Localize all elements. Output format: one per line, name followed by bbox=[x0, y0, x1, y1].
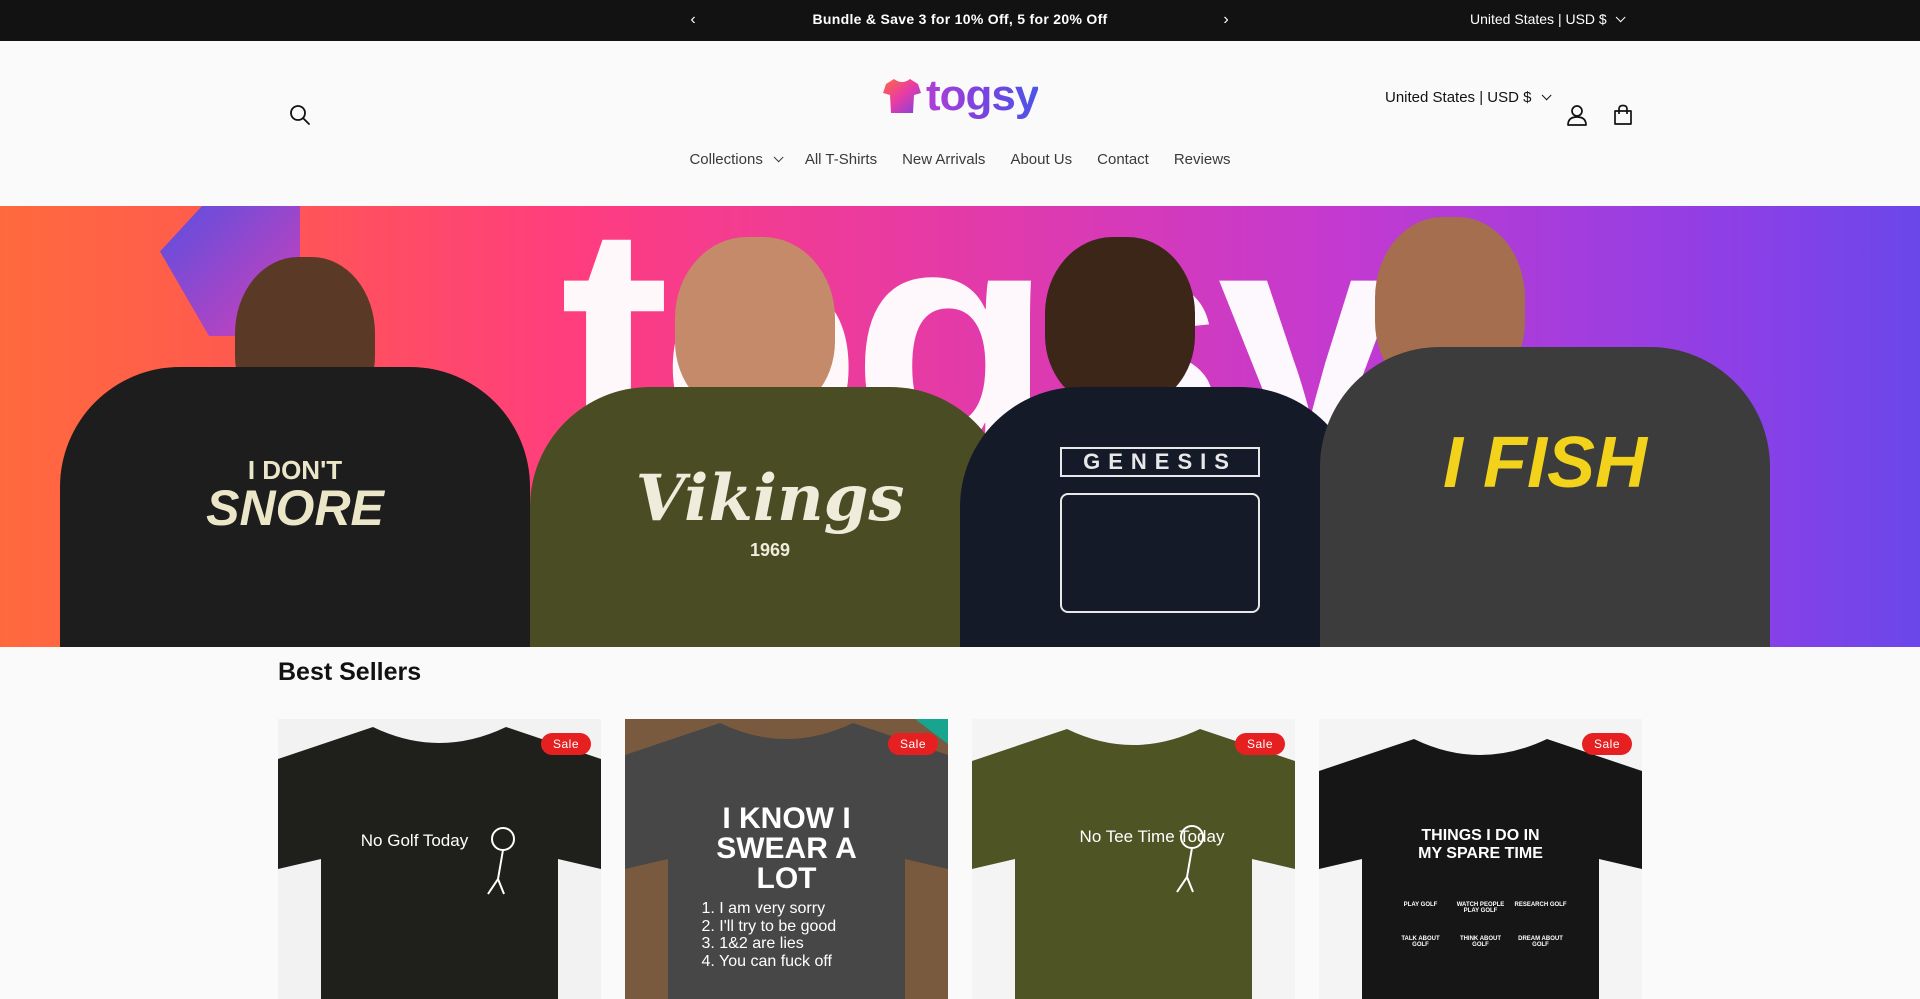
nav-item-label: Collections bbox=[689, 151, 763, 168]
site-header: togsy United States | USD $ Collections … bbox=[0, 41, 1920, 206]
shirt-print: No Tee Time Today bbox=[1079, 827, 1225, 846]
nav-item-all-t-shirts[interactable]: All T-Shirts bbox=[792, 151, 889, 168]
search-button[interactable] bbox=[280, 95, 320, 135]
model-shirt: I FISH bbox=[1320, 347, 1770, 647]
model-shirt: I DON'T SNORE bbox=[60, 367, 530, 647]
nav-item-label: About Us bbox=[1010, 151, 1073, 168]
shirt-print: I KNOW I SWEAR A LOT 1. I am very sorry … bbox=[701, 802, 857, 970]
nav-item-new-arrivals[interactable]: New Arrivals bbox=[890, 151, 998, 168]
chevron-down-icon bbox=[1542, 89, 1553, 100]
product-card[interactable]: Sale No Tee Time Today bbox=[972, 719, 1295, 999]
product-card[interactable]: Sale No Golf Today bbox=[278, 719, 601, 999]
header-locale-selector[interactable]: United States | USD $ bbox=[1385, 86, 1553, 108]
nav-item-collections[interactable]: Collections bbox=[677, 151, 792, 168]
shirt-print: I DON'T SNORE bbox=[206, 455, 384, 536]
model-shirt: Vikings 1969 bbox=[530, 387, 1010, 647]
tshirt-logo-icon bbox=[883, 79, 921, 113]
product-image bbox=[278, 719, 601, 999]
product-image bbox=[972, 719, 1295, 999]
product-card[interactable]: Sale THINGS I DO IN MY SPARE TIME PLAY G… bbox=[1319, 719, 1642, 999]
nav-item-reviews[interactable]: Reviews bbox=[1161, 151, 1243, 168]
nav-item-label: All T-Shirts bbox=[804, 151, 878, 168]
main-navigation: Collections All T-Shirts New Arrivals Ab… bbox=[0, 151, 1920, 168]
best-sellers-title: Best Sellers bbox=[278, 658, 422, 686]
account-button[interactable] bbox=[1557, 95, 1597, 135]
nav-item-about-us[interactable]: About Us bbox=[998, 151, 1085, 168]
announcement-locale-label: United States | USD $ bbox=[1470, 11, 1607, 27]
announcement-locale-selector[interactable]: United States | USD $ bbox=[1470, 11, 1626, 27]
chevron-left-icon: ‹ bbox=[690, 11, 696, 28]
announcement-next-button[interactable]: › bbox=[1214, 8, 1238, 32]
model-head bbox=[1045, 237, 1195, 407]
chevron-right-icon: › bbox=[1223, 11, 1229, 28]
chevron-down-icon bbox=[773, 152, 784, 163]
nav-item-contact[interactable]: Contact bbox=[1085, 151, 1162, 168]
announcement-bar: ‹ Bundle & Save 3 for 10% Off, 5 for 20%… bbox=[0, 0, 1920, 41]
brand-name: togsy bbox=[926, 71, 1039, 120]
hero-model-3: GENESIS bbox=[960, 237, 1360, 647]
announcement-message: Bundle & Save 3 for 10% Off, 5 for 20% O… bbox=[812, 11, 1108, 27]
sale-badge: Sale bbox=[1234, 733, 1285, 755]
announcement-prev-button[interactable]: ‹ bbox=[681, 8, 705, 32]
brand-logo[interactable]: togsy bbox=[882, 71, 1039, 121]
sale-badge: Sale bbox=[887, 733, 938, 755]
product-grid: Sale No Golf Today Sale I KNOW I SWEAR A… bbox=[278, 719, 1642, 999]
chevron-down-icon bbox=[1615, 11, 1626, 22]
hero-banner[interactable]: togsy I DON'T SNORE Vikings 1969 GENESIS bbox=[0, 206, 1920, 647]
sale-badge: Sale bbox=[1581, 733, 1632, 755]
model-shirt: GENESIS bbox=[960, 387, 1360, 647]
nav-item-label: Reviews bbox=[1173, 151, 1231, 168]
shirt-print: GENESIS bbox=[1060, 447, 1260, 613]
nav-item-label: New Arrivals bbox=[902, 151, 986, 168]
shirt-print: Vikings 1969 bbox=[635, 461, 905, 560]
user-icon bbox=[1567, 105, 1587, 126]
cart-icon bbox=[1614, 104, 1632, 125]
hero-model-4: I FISH bbox=[1320, 217, 1770, 647]
product-card[interactable]: Sale I KNOW I SWEAR A LOT 1. I am very s… bbox=[625, 719, 948, 999]
hero-model-2: Vikings 1969 bbox=[530, 237, 1010, 647]
header-locale-label: United States | USD $ bbox=[1385, 88, 1532, 106]
shirt-print: I FISH bbox=[1442, 423, 1647, 503]
nav-item-label: Contact bbox=[1097, 151, 1149, 168]
cart-button[interactable] bbox=[1603, 95, 1643, 135]
shirt-print: No Golf Today bbox=[360, 831, 469, 850]
sale-badge: Sale bbox=[540, 733, 591, 755]
shirt-print: THINGS I DO IN MY SPARE TIME PLAY GOLF W… bbox=[1401, 827, 1567, 949]
search-icon bbox=[290, 105, 310, 125]
hero-model-1: I DON'T SNORE bbox=[60, 257, 530, 647]
